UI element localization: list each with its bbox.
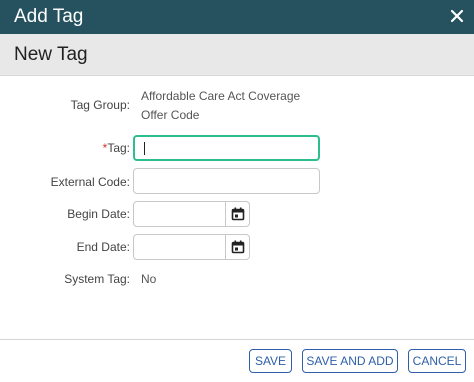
save-button[interactable]: SAVE bbox=[249, 349, 292, 373]
save-and-add-button[interactable]: SAVE AND ADD bbox=[302, 349, 398, 373]
section-header: New Tag bbox=[0, 34, 474, 76]
end-date-input[interactable] bbox=[133, 234, 250, 260]
dialog-titlebar: Add Tag bbox=[0, 0, 474, 34]
calendar-icon[interactable] bbox=[225, 235, 249, 259]
system-tag-value: No bbox=[141, 272, 157, 286]
close-icon[interactable] bbox=[448, 7, 466, 25]
system-tag-label: System Tag: bbox=[64, 272, 130, 286]
begin-date-input[interactable] bbox=[133, 201, 250, 227]
section-title: New Tag bbox=[14, 44, 88, 65]
tag-label-text: Tag: bbox=[107, 141, 130, 155]
tag-group-label: Tag Group: bbox=[70, 98, 130, 112]
external-code-label: External Code: bbox=[50, 175, 130, 189]
footer-divider bbox=[0, 339, 474, 340]
dialog-title: Add Tag bbox=[14, 6, 84, 27]
tag-group-value-line2: Offer Code bbox=[141, 108, 200, 122]
tag-input[interactable] bbox=[133, 135, 320, 161]
cancel-button[interactable]: CANCEL bbox=[408, 349, 466, 373]
calendar-icon[interactable] bbox=[225, 202, 249, 226]
external-code-input[interactable] bbox=[133, 168, 320, 194]
tag-label: *Tag: bbox=[2, 141, 130, 155]
tag-group-value-line1: Affordable Care Act Coverage bbox=[141, 89, 301, 103]
begin-date-label: Begin Date: bbox=[67, 207, 130, 221]
text-caret bbox=[144, 142, 145, 155]
end-date-label: End Date: bbox=[76, 240, 130, 254]
